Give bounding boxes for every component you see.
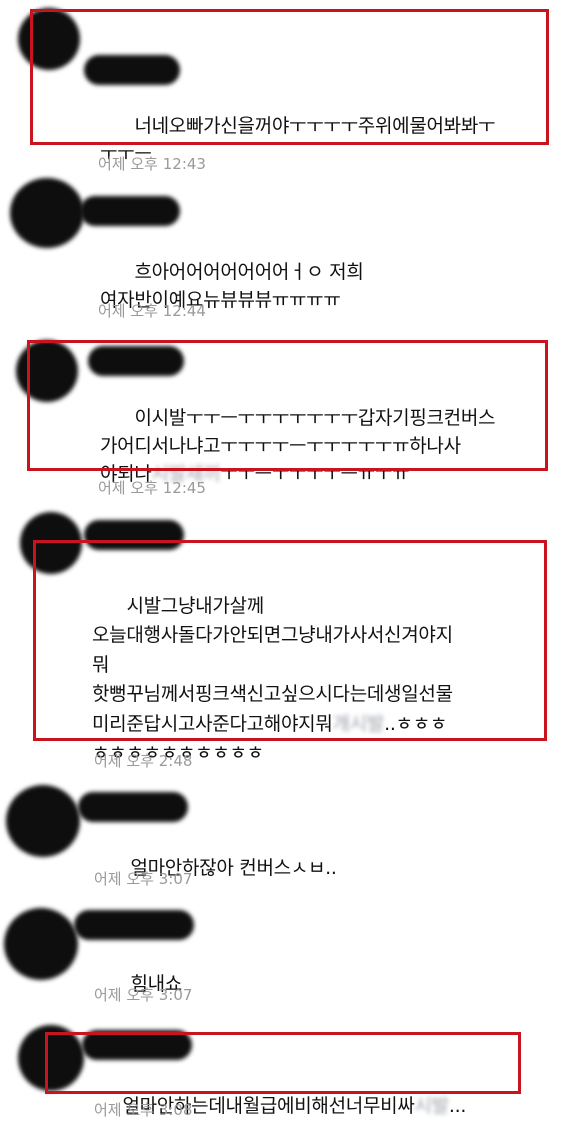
avatar[interactable] (20, 512, 82, 574)
avatar[interactable] (6, 785, 80, 857)
message-timestamp: 어제 오후 12:43 (98, 155, 206, 173)
censored-word: 개시발 (332, 712, 385, 735)
sender-name-redacted (74, 910, 194, 940)
avatar[interactable] (18, 8, 80, 70)
avatar[interactable] (18, 1025, 84, 1091)
sender-name-redacted (84, 55, 180, 85)
avatar[interactable] (10, 178, 84, 248)
sender-name-redacted (88, 346, 184, 376)
message-timestamp: 어제 오후 2:48 (94, 752, 193, 770)
message-timestamp: 어제 오후 3:08 (94, 1101, 193, 1119)
chat-feed[interactable]: 너네오빠가신을꺼야ㅜㅜㅜㅜ주위에물어봐봐ㅜ ㅜㅜㅡ 어제 오후 12:43 흐아… (0, 0, 563, 1120)
sender-name-redacted (80, 196, 180, 226)
sender-name-redacted (78, 792, 188, 822)
message-text: 너네오빠가신을꺼야ㅜㅜㅜㅜ주위에물어봐봐ㅜ ㅜㅜㅡ (100, 115, 496, 165)
message-timestamp: 어제 오후 12:45 (98, 479, 206, 497)
avatar[interactable] (16, 340, 78, 402)
avatar[interactable] (4, 908, 78, 980)
message-timestamp: 어제 오후 3:07 (94, 870, 193, 888)
message-timestamp: 어제 오후 3:07 (94, 986, 193, 1004)
censored-word: 시발 (414, 1095, 450, 1117)
message-timestamp: 어제 오후 12:44 (98, 302, 206, 320)
message-text: 흐아어어어어어어어ㅓㅇ 저희 여자반이예요뉴뷰뷰뷰ㅠㅠㅠㅠ (100, 261, 364, 311)
sender-name-redacted (82, 1030, 192, 1060)
sender-name-redacted (84, 520, 184, 550)
